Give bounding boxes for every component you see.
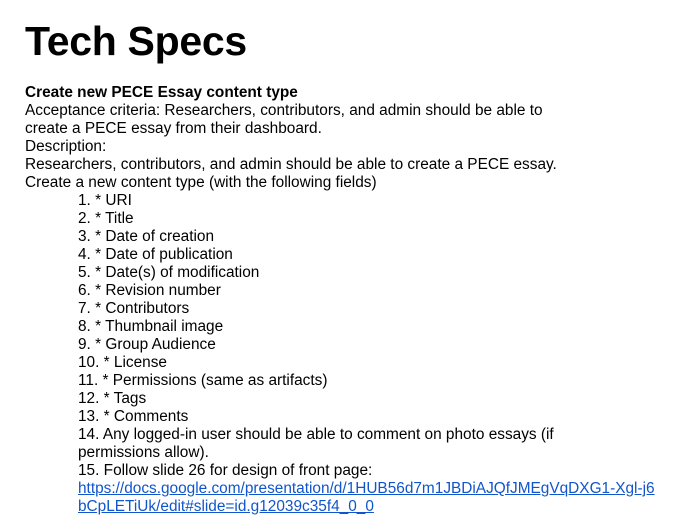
acceptance-criteria-line-2: create a PECE essay from their dashboard… — [25, 120, 322, 137]
section-heading: Create new PECE Essay content type — [25, 84, 298, 101]
field-item-date-of-publication: 4. * Date of publication — [78, 246, 233, 263]
field-list: 1. * URI 2. * Title 3. * Date of creatio… — [25, 192, 665, 516]
front-page-design-text: 15. Follow slide 26 for design of front … — [78, 462, 373, 479]
field-item-contributors: 7. * Contributors — [78, 300, 190, 317]
field-item-uri: 1. * URI — [78, 192, 132, 209]
presentation-link[interactable]: https://docs.google.com/presentation/d/1… — [78, 480, 658, 516]
content-type-intro: Create a new content type (with the foll… — [25, 174, 377, 191]
field-item-permissions: 11. * Permissions (same as artifacts) — [78, 372, 328, 389]
list-item-comment-permission: 14. Any logged-in user should be able to… — [78, 426, 554, 461]
field-item-comments: 13. * Comments — [78, 408, 189, 425]
acceptance-criteria-line-1: Acceptance criteria: Researchers, contri… — [25, 102, 543, 119]
description-label: Description: — [25, 138, 107, 155]
description-text: Researchers, contributors, and admin sho… — [25, 156, 557, 173]
page-title: Tech Specs — [25, 18, 247, 64]
field-item-title: 2. * Title — [78, 210, 134, 227]
field-item-thumbnail-image: 8. * Thumbnail image — [78, 318, 224, 335]
field-item-license: 10. * License — [78, 354, 167, 371]
document-body: Create new PECE Essay content type Accep… — [25, 84, 665, 516]
field-item-revision-number: 6. * Revision number — [78, 282, 221, 299]
field-item-date-of-creation: 3. * Date of creation — [78, 228, 215, 245]
field-item-dates-of-modification: 5. * Date(s) of modification — [78, 264, 260, 281]
list-item-front-page-design: 15. Follow slide 26 for design of front … — [25, 462, 655, 516]
field-item-group-audience: 9. * Group Audience — [78, 336, 216, 353]
field-item-tags: 12. * Tags — [78, 390, 147, 407]
